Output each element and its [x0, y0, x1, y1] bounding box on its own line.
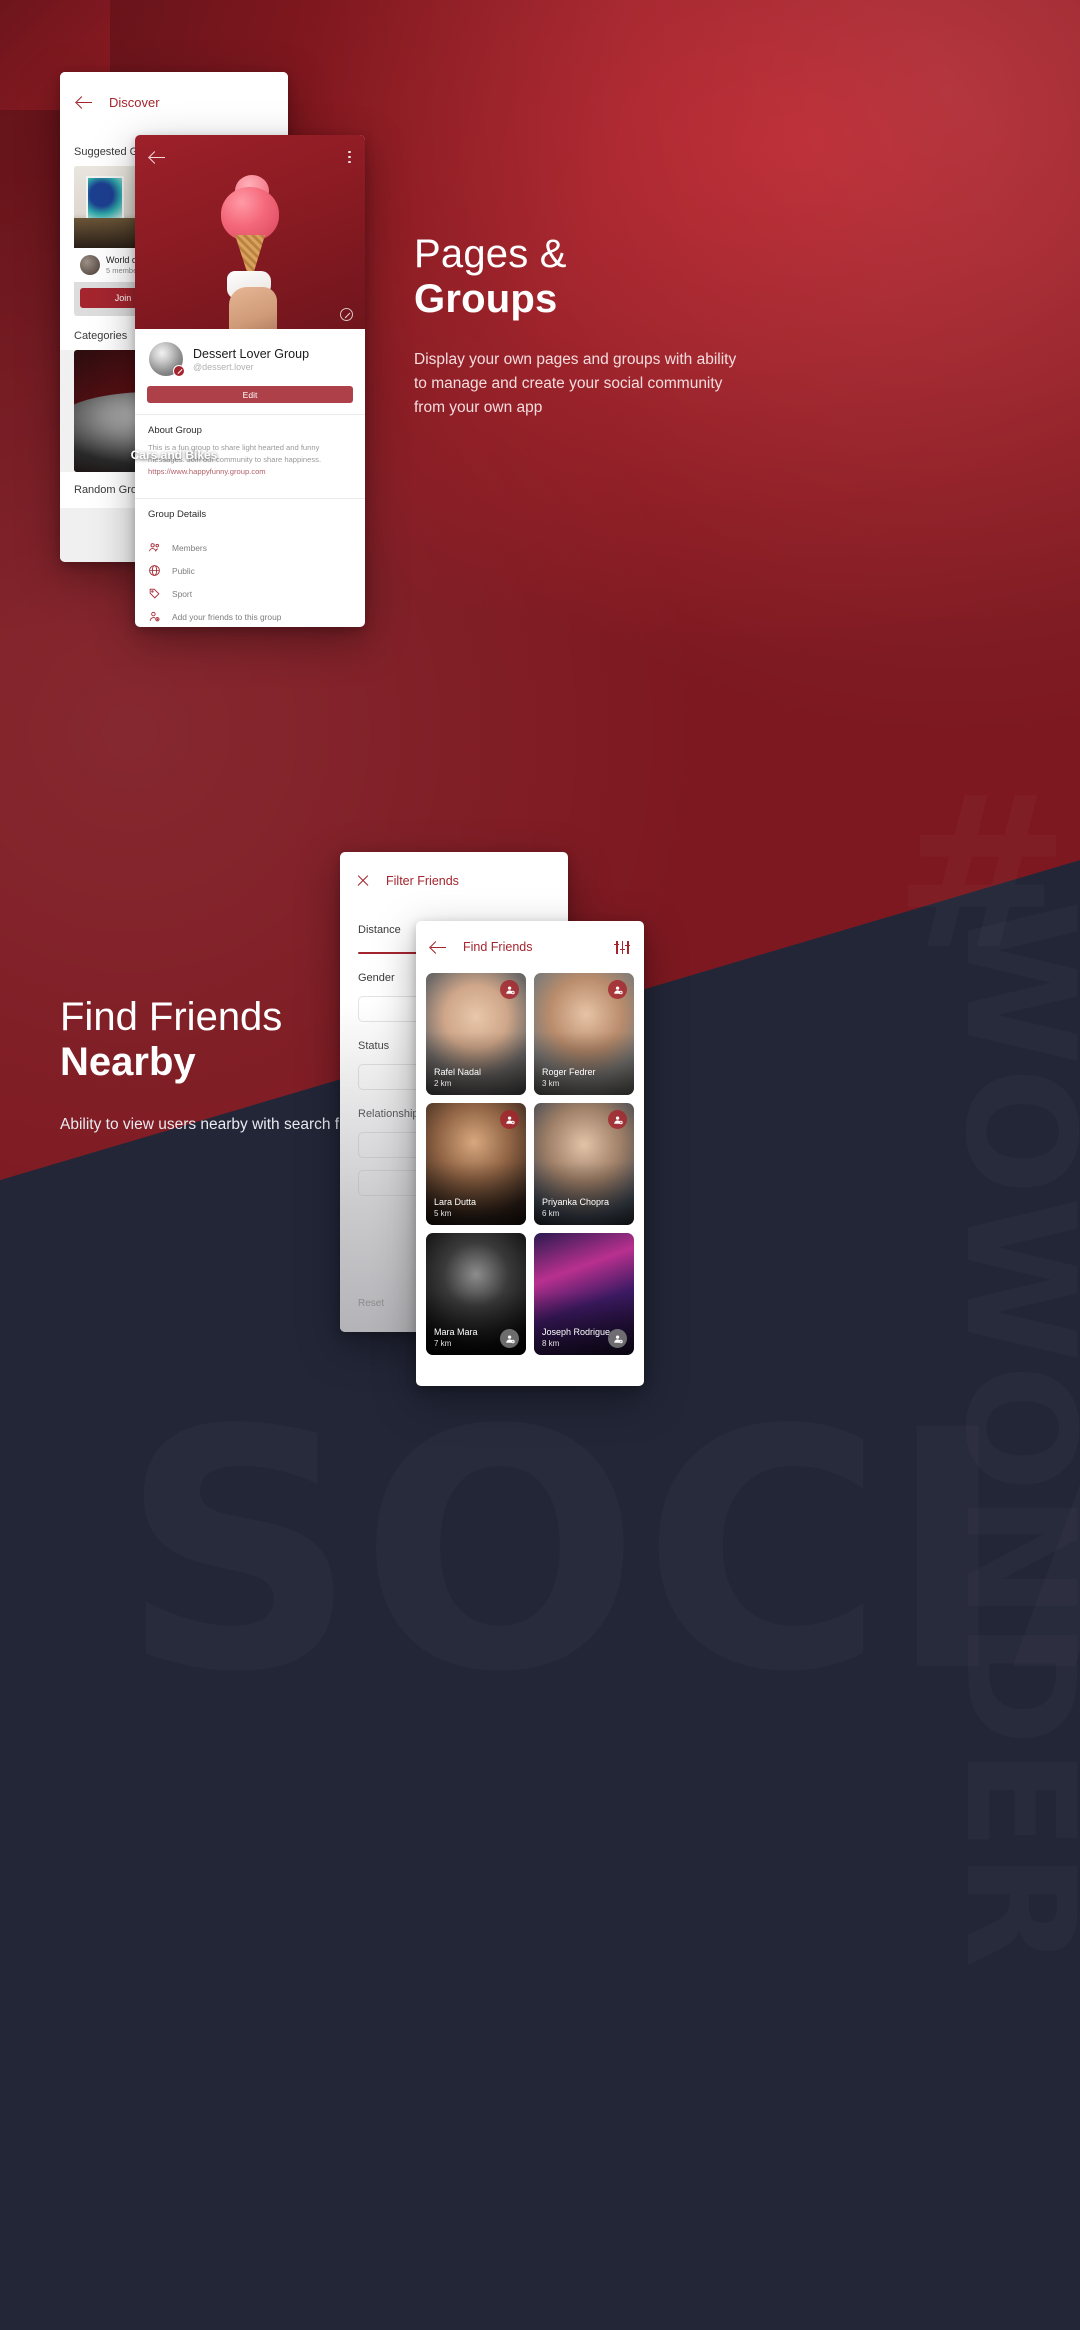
- find-friends-appbar: Find Friends: [416, 921, 644, 973]
- filter-sliders-icon[interactable]: [614, 940, 631, 954]
- group-cover-photo: [135, 135, 365, 329]
- about-group-heading: About Group: [148, 425, 202, 436]
- reset-button[interactable]: Reset: [358, 1298, 384, 1309]
- discover-appbar: Discover: [60, 72, 288, 132]
- detail-row-add-friends[interactable]: Add your friends to this group: [148, 605, 352, 627]
- kebab-menu-icon[interactable]: [348, 150, 351, 164]
- group-handle: @dessert.lover: [193, 362, 254, 373]
- heading-line-1: Pages &: [414, 232, 567, 276]
- group-details-list: Members Public Sport Add your friends to…: [135, 536, 365, 627]
- add-person-icon[interactable]: [500, 1110, 519, 1129]
- add-person-icon[interactable]: [608, 1110, 627, 1129]
- members-icon: [149, 543, 159, 552]
- close-icon[interactable]: [356, 874, 370, 888]
- add-person-icon[interactable]: [608, 980, 627, 999]
- group-detail-phone-mockup: Dessert Lover Group @dessert.lover Edit …: [135, 135, 365, 627]
- friend-name: Lara Dutta: [434, 1197, 477, 1207]
- find-friends-title: Find Friends: [463, 940, 533, 954]
- group-name: Dessert Lover Group: [193, 346, 310, 361]
- friend-card[interactable]: Rafel Nadal 2 km: [426, 973, 526, 1095]
- friend-distance: 8 km: [542, 1339, 560, 1348]
- friend-name: Priyanka Chopra: [542, 1197, 610, 1207]
- detail-row-members[interactable]: Members: [148, 536, 352, 559]
- arrow-left-icon[interactable]: [149, 149, 166, 166]
- friend-distance: 2 km: [434, 1079, 452, 1088]
- promo-page: # WOWONDER SOCIAL Discover Suggested Gro…: [0, 0, 1080, 2330]
- friend-distance: 3 km: [542, 1079, 560, 1088]
- about-group-link[interactable]: https://www.happyfunny.group.com: [148, 467, 266, 476]
- ice-cream-image: [219, 175, 281, 329]
- filter-title: Filter Friends: [386, 874, 459, 888]
- find-friends-phone-mockup: Find Friends Rafel Nadal 2 km Roger Fedr…: [416, 921, 644, 1386]
- arrow-left-icon[interactable]: [76, 94, 93, 111]
- tag-icon: [149, 589, 160, 599]
- friends-grid: Rafel Nadal 2 km Roger Fedrer 3 km Lara …: [416, 973, 644, 1355]
- detail-label: Sport: [172, 588, 193, 599]
- add-person-icon: [149, 612, 160, 622]
- friend-name: Rafel Nadal: [434, 1067, 482, 1077]
- friend-distance: 6 km: [542, 1209, 560, 1218]
- pages-groups-heading: Pages & Groups: [414, 232, 744, 322]
- edit-pencil-icon[interactable]: [173, 365, 185, 377]
- heading-line-2: Groups: [414, 276, 558, 321]
- detail-row-public[interactable]: Public: [148, 559, 352, 582]
- globe-icon: [149, 565, 160, 577]
- detail-label: Add your friends to this group: [172, 611, 282, 622]
- group-avatar[interactable]: [149, 342, 185, 377]
- add-person-icon[interactable]: [608, 1329, 627, 1348]
- add-person-icon[interactable]: [500, 980, 519, 999]
- friend-distance: 5 km: [434, 1209, 452, 1218]
- pages-groups-description: Display your own pages and groups with a…: [414, 350, 737, 416]
- heading-line-1: Find Friends: [60, 995, 283, 1039]
- friend-card[interactable]: Mara Mara 7 km: [426, 1233, 526, 1355]
- friend-card[interactable]: Roger Fedrer 3 km: [534, 973, 634, 1095]
- group-appbar: [135, 135, 365, 179]
- group-details-heading: Group Details: [148, 509, 207, 521]
- add-person-icon[interactable]: [500, 1329, 519, 1348]
- friend-name: Roger Fedrer: [542, 1067, 596, 1077]
- discover-title: Discover: [109, 94, 160, 110]
- friend-card[interactable]: Joseph Rodrigue 8 km: [534, 1233, 634, 1355]
- avatar: [80, 255, 100, 276]
- edit-button[interactable]: Edit: [147, 386, 353, 403]
- category-card-label: Cars and Bikes: [130, 448, 218, 463]
- watermark-large: SOCIAL: [120, 1420, 1080, 1684]
- pages-groups-copy: Pages & Groups Display your own pages an…: [414, 232, 744, 420]
- group-details-section: Group Details: [135, 499, 365, 536]
- detail-label: Members: [172, 542, 207, 553]
- friend-card[interactable]: Priyanka Chopra 6 km: [534, 1103, 634, 1225]
- arrow-left-icon[interactable]: [430, 939, 447, 956]
- filter-appbar: Filter Friends: [340, 852, 568, 910]
- friend-distance: 7 km: [434, 1339, 452, 1348]
- friend-name: Mara Mara: [434, 1327, 478, 1337]
- detail-row-category[interactable]: Sport: [148, 582, 352, 605]
- friend-card[interactable]: Lara Dutta 5 km: [426, 1103, 526, 1225]
- detail-label: Public: [172, 565, 195, 576]
- group-identity-row: Dessert Lover Group @dessert.lover: [135, 329, 365, 377]
- friend-name: Joseph Rodrigue: [542, 1327, 611, 1337]
- edit-pencil-icon[interactable]: [340, 308, 353, 321]
